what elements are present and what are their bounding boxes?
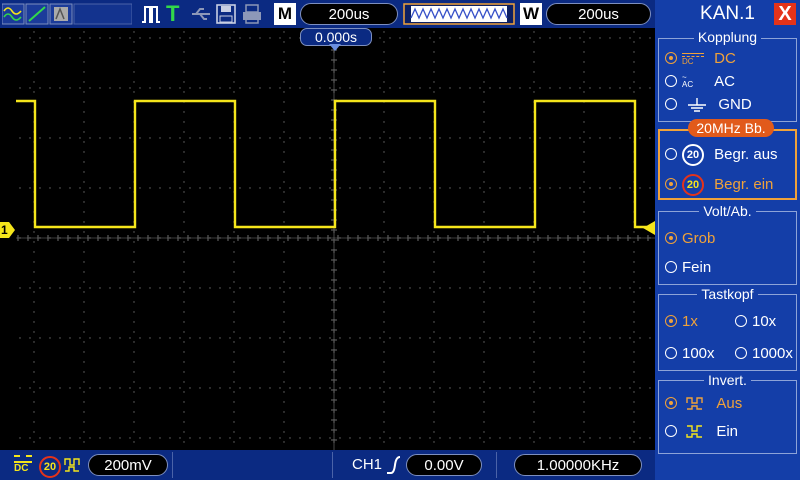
channel-1-menu: KAN.1 X Kopplung DC DC ~ AC AC GND 20MHz … (655, 0, 800, 480)
window-timebase-display[interactable]: 200us (546, 3, 651, 25)
toolbar-icon-strip (2, 3, 132, 25)
rising-edge-icon (387, 456, 401, 474)
window-timebase-label: W (520, 3, 542, 25)
divider (172, 452, 173, 478)
invert-option-off[interactable]: Aus (665, 395, 742, 412)
bandwidth-off-icon: 20 (682, 144, 704, 166)
channel-1-scale-display[interactable]: 200mV (88, 454, 168, 476)
trigger-status-icon: T (166, 1, 180, 26)
waveform-display (16, 28, 655, 450)
trigger-source: CH1 (352, 456, 383, 473)
channel-1-marker-label: 1 (1, 223, 8, 237)
divider (496, 452, 497, 478)
coupling-title: Kopplung (655, 29, 800, 45)
persistence-icon[interactable] (49, 3, 73, 25)
invert-on-icon (686, 425, 703, 438)
probe-title: Tastkopf (655, 286, 800, 302)
coupling-option-ac[interactable]: ~ AC AC (665, 73, 735, 90)
coupling-option-dc[interactable]: DC DC (665, 50, 736, 67)
bandwidth-limit-icon: 20 (39, 456, 61, 478)
invert-title: Invert. (655, 372, 800, 388)
dc-icon: DC (682, 52, 704, 66)
usb-icon (192, 8, 210, 20)
bandwidth-title: 20MHz Bb. (688, 119, 774, 137)
invert-off-icon (686, 397, 703, 410)
divider (332, 452, 333, 478)
run-pulse-icon (142, 6, 160, 23)
timebase-display[interactable]: 200us (300, 3, 398, 25)
invert-option-on[interactable]: Ein (665, 423, 738, 440)
volts-title: Volt/Ab. (655, 203, 800, 219)
printer-icon[interactable] (242, 4, 262, 24)
channel-1-trace (16, 99, 655, 229)
status-bar: DC 20 200mV CH1 0.00V 1.00000KHz (0, 450, 655, 480)
probe-option-1000x[interactable]: 1000x (735, 345, 793, 362)
invert-off-icon (64, 458, 80, 472)
coupling-option-gnd[interactable]: GND (665, 96, 752, 113)
trigger-position-arrow-icon (329, 44, 341, 51)
volts-option-fine[interactable]: Fein (665, 259, 711, 276)
close-button[interactable]: X (774, 3, 796, 25)
line-icon[interactable] (25, 3, 49, 25)
probe-option-10x[interactable]: 10x (735, 313, 776, 330)
trigger-level-marker[interactable] (643, 221, 655, 235)
probe-option-100x[interactable]: 100x (665, 345, 715, 362)
top-toolbar: T M 200us W 200us (0, 0, 655, 28)
save-icon[interactable] (216, 4, 236, 24)
frequency-display: 1.00000KHz (514, 454, 642, 476)
waveform-icon[interactable] (2, 3, 25, 25)
probe-option-1x[interactable]: 1x (665, 313, 698, 330)
invert-group (658, 380, 797, 454)
memory-overview-icon[interactable] (403, 3, 515, 25)
volts-option-coarse[interactable]: Grob (665, 230, 715, 247)
ac-icon: ~ AC (682, 72, 694, 89)
dc-coupling-icon: DC (14, 455, 32, 474)
graticule (16, 28, 655, 450)
bandwidth-on-icon: 20 (682, 174, 704, 196)
ground-icon (688, 98, 707, 112)
bandwidth-option-off[interactable]: 20 Begr. aus (665, 144, 778, 166)
bandwidth-option-on[interactable]: 20 Begr. ein (665, 174, 773, 196)
trigger-level-display[interactable]: 0.00V (406, 454, 482, 476)
status-slot (73, 3, 132, 25)
main-timebase-label: M (274, 3, 296, 25)
